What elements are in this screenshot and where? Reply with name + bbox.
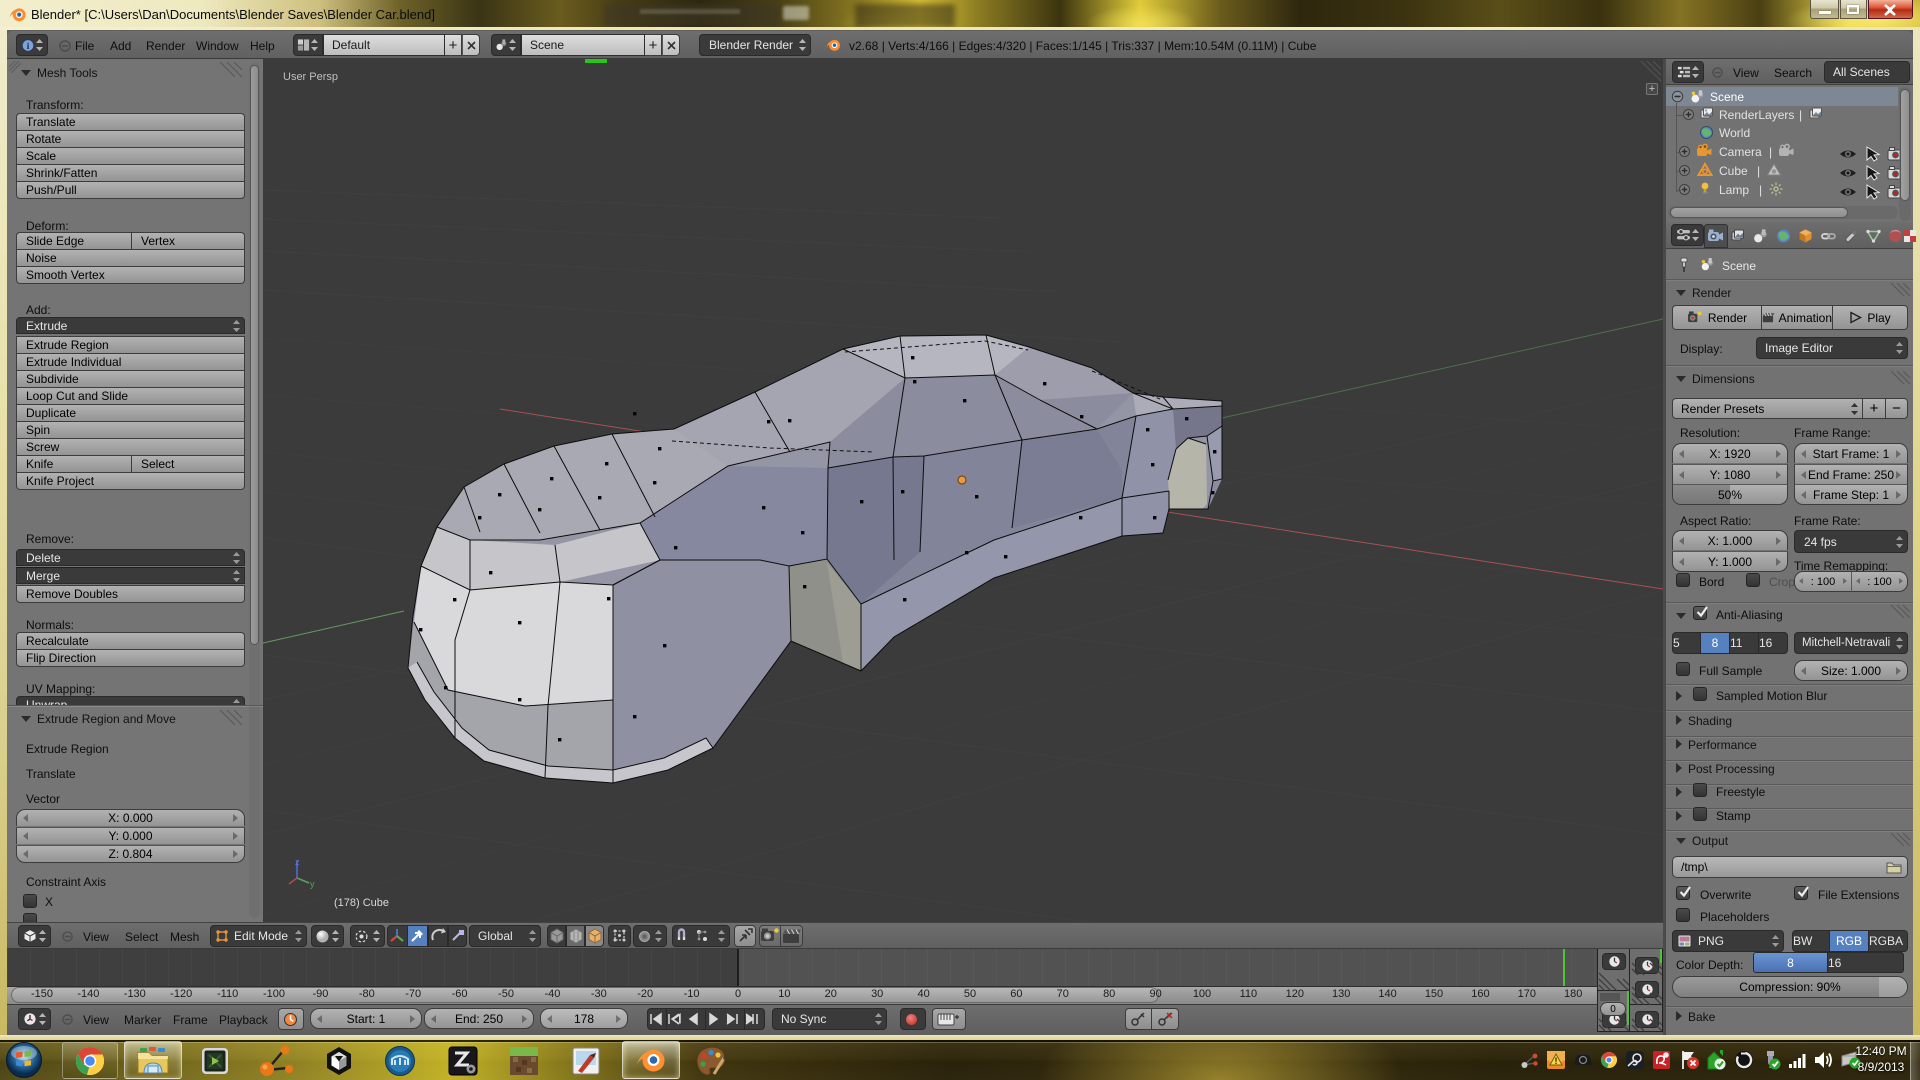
svg-text:y: y <box>310 879 315 889</box>
svg-text:!: ! <box>1555 1056 1558 1066</box>
svg-text:z: z <box>295 857 300 867</box>
svg-text:i: i <box>27 41 30 51</box>
